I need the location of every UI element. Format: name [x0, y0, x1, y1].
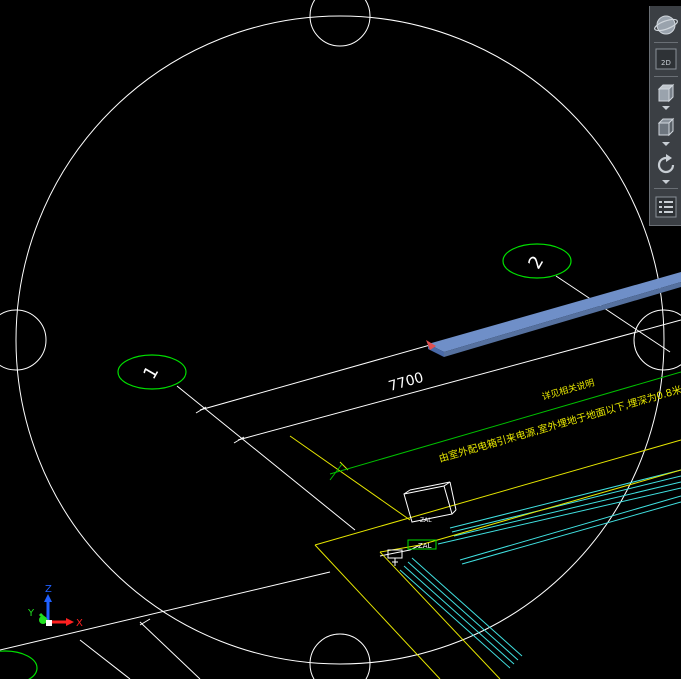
view-cube-icon[interactable] — [653, 114, 679, 140]
2d-label: 2D — [661, 59, 671, 67]
ucs-x-label: X — [76, 618, 83, 629]
3d-view-cube-icon[interactable] — [653, 80, 679, 106]
chevron-down-icon[interactable] — [662, 142, 670, 146]
properties-grid-icon[interactable] — [653, 194, 679, 220]
navigation-wheel-icon[interactable] — [653, 12, 679, 38]
ucs-z-label: Z — [45, 584, 52, 595]
2d-view-icon[interactable]: 2D — [653, 46, 679, 72]
box-label-1: ZAL — [420, 517, 432, 524]
orbit-icon[interactable] — [653, 152, 679, 178]
navigation-toolbar: 2D — [649, 6, 681, 226]
box-label-2: ZAL — [418, 542, 432, 550]
ucs-y-label: Y — [27, 608, 35, 619]
chevron-down-icon[interactable] — [662, 180, 670, 184]
chevron-down-icon[interactable] — [662, 106, 670, 110]
drawing-viewport[interactable]: 7700 1 2 详见相关说明 由室外配电箱引来电源,室外埋地于地面以下,埋深为… — [0, 0, 681, 679]
